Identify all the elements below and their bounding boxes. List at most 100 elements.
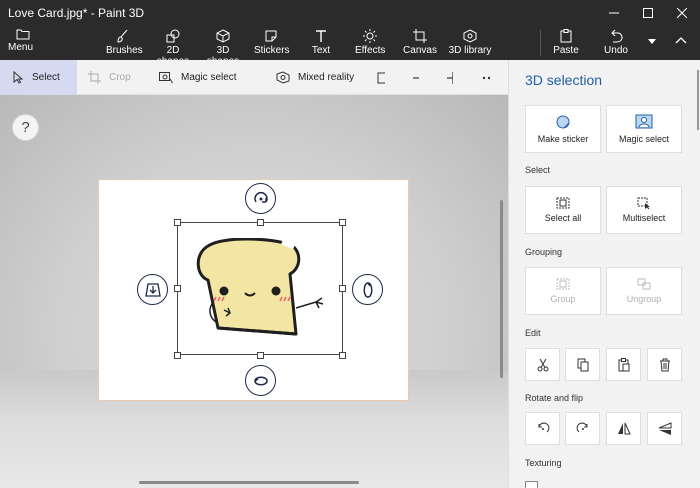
rotate-z-button[interactable] <box>245 183 276 214</box>
resize-handle-top-left[interactable] <box>174 219 181 226</box>
cube-icon <box>216 29 230 43</box>
copy-button[interactable] <box>565 348 600 381</box>
make-sticker-icon <box>556 115 570 129</box>
mixed-reality-button[interactable]: Mixed reality <box>276 60 376 95</box>
resize-handle-top-right[interactable] <box>339 219 346 226</box>
zoom-out-button[interactable] <box>413 60 427 95</box>
caret-down-icon <box>648 39 656 44</box>
zoom-in-button[interactable] <box>447 60 461 95</box>
select-all-button[interactable]: Select all <box>525 186 601 234</box>
magic-select-icon <box>159 71 173 83</box>
ribbon-separator <box>540 30 541 56</box>
canvas-icon <box>413 29 427 43</box>
text-tool[interactable]: Text <box>307 28 335 58</box>
more-options-button[interactable] <box>482 60 498 95</box>
panel-title: 3D selection <box>525 72 603 88</box>
minimize-button[interactable] <box>597 0 631 26</box>
undo-dropdown-button[interactable] <box>645 28 659 58</box>
texturing-checkbox[interactable] <box>525 481 538 488</box>
paste-panel-button[interactable] <box>606 348 641 381</box>
title-bar: Love Card.jpg* - Paint 3D <box>0 0 700 26</box>
flip-horizontal-icon <box>617 422 631 434</box>
close-icon <box>677 8 687 18</box>
paste-icon <box>618 357 629 371</box>
menu-button[interactable]: Menu <box>8 28 48 58</box>
2d-shapes-tool[interactable]: 2D shapes <box>151 28 195 67</box>
resize-handle-bottom-right[interactable] <box>339 352 346 359</box>
ellipsis-icon <box>482 76 490 79</box>
text-icon <box>316 30 326 42</box>
resize-handle-bottom[interactable] <box>257 352 264 359</box>
group-icon <box>556 278 570 290</box>
canvas-area[interactable]: ? <box>0 95 508 488</box>
ungroup-button[interactable]: Ungroup <box>606 267 682 315</box>
folder-icon <box>16 29 30 40</box>
close-button[interactable] <box>665 0 699 26</box>
maximize-button[interactable] <box>631 0 665 26</box>
effects-tool[interactable]: Effects <box>355 28 385 58</box>
multiselect-icon <box>637 197 650 209</box>
flag-view-icon <box>377 72 385 83</box>
grouping-section-label: Grouping <box>525 247 563 257</box>
crop-tool-button[interactable]: Crop <box>88 60 144 95</box>
magic-select-icon <box>635 114 653 129</box>
collapse-ribbon-button[interactable] <box>674 28 688 58</box>
side-panel: 3D selection Make sticker Magic select S… <box>508 60 700 488</box>
cut-button[interactable] <box>525 348 560 381</box>
flip-vertical-icon <box>658 421 671 435</box>
rotate-icon <box>253 191 268 203</box>
copy-icon <box>577 358 588 371</box>
rotate-x-button[interactable] <box>245 365 276 396</box>
panel-scrollbar[interactable] <box>697 70 699 130</box>
sun-icon <box>363 29 377 43</box>
rotate-flip-section-label: Rotate and flip <box>525 393 584 403</box>
make-sticker-button[interactable]: Make sticker <box>525 105 601 153</box>
view-2d-button[interactable] <box>377 60 393 95</box>
minus-icon <box>413 76 419 79</box>
vertical-scrollbar[interactable] <box>500 200 503 378</box>
rotate-right-button[interactable] <box>565 412 600 445</box>
paste-button[interactable]: Paste <box>553 28 579 58</box>
rotate-vertical-icon <box>363 281 372 298</box>
canvas-tool[interactable]: Canvas <box>403 28 437 58</box>
paste-icon <box>560 29 572 43</box>
sticker-icon <box>265 30 277 42</box>
resize-handle-right[interactable] <box>339 285 346 292</box>
chevron-up-icon <box>675 37 687 44</box>
resize-handle-top[interactable] <box>257 219 264 226</box>
depth-button[interactable] <box>137 274 168 305</box>
select-all-icon <box>556 197 570 209</box>
selection-box[interactable] <box>177 222 343 355</box>
library-icon <box>463 29 477 43</box>
rotate-y-button[interactable] <box>352 274 383 305</box>
stickers-tool[interactable]: Stickers <box>254 28 290 58</box>
magic-select-tool-button[interactable]: Magic select <box>159 60 249 95</box>
minimize-icon <box>609 12 619 14</box>
magic-select-panel-button[interactable]: Magic select <box>606 105 682 153</box>
delete-button[interactable] <box>647 348 682 381</box>
select-tool-button[interactable]: Select <box>0 60 77 95</box>
texturing-section-label: Texturing <box>525 458 562 468</box>
resize-handle-bottom-left[interactable] <box>174 352 181 359</box>
group-button[interactable]: Group <box>525 267 601 315</box>
rotate-left-icon <box>538 422 549 432</box>
help-button[interactable]: ? <box>12 114 39 141</box>
maximize-icon <box>643 8 653 18</box>
edit-section-label: Edit <box>525 328 541 338</box>
cursor-icon <box>13 71 24 84</box>
flip-vertical-button[interactable] <box>647 412 682 445</box>
crop-icon <box>88 71 101 84</box>
multiselect-button[interactable]: Multiselect <box>606 186 682 234</box>
undo-icon <box>611 29 623 43</box>
undo-button[interactable]: Undo <box>603 28 629 58</box>
select-section-label: Select <box>525 165 551 175</box>
brushes-tool[interactable]: Brushes <box>106 28 143 58</box>
3d-library-tool[interactable]: 3D library <box>448 28 492 58</box>
rotate-left-button[interactable] <box>525 412 560 445</box>
depth-icon <box>144 282 161 297</box>
resize-handle-left[interactable] <box>174 285 181 292</box>
3d-shapes-tool[interactable]: 3D shapes <box>201 28 245 67</box>
horizontal-scrollbar[interactable] <box>139 481 359 484</box>
mixed-reality-icon <box>276 71 290 84</box>
flip-horizontal-button[interactable] <box>606 412 641 445</box>
